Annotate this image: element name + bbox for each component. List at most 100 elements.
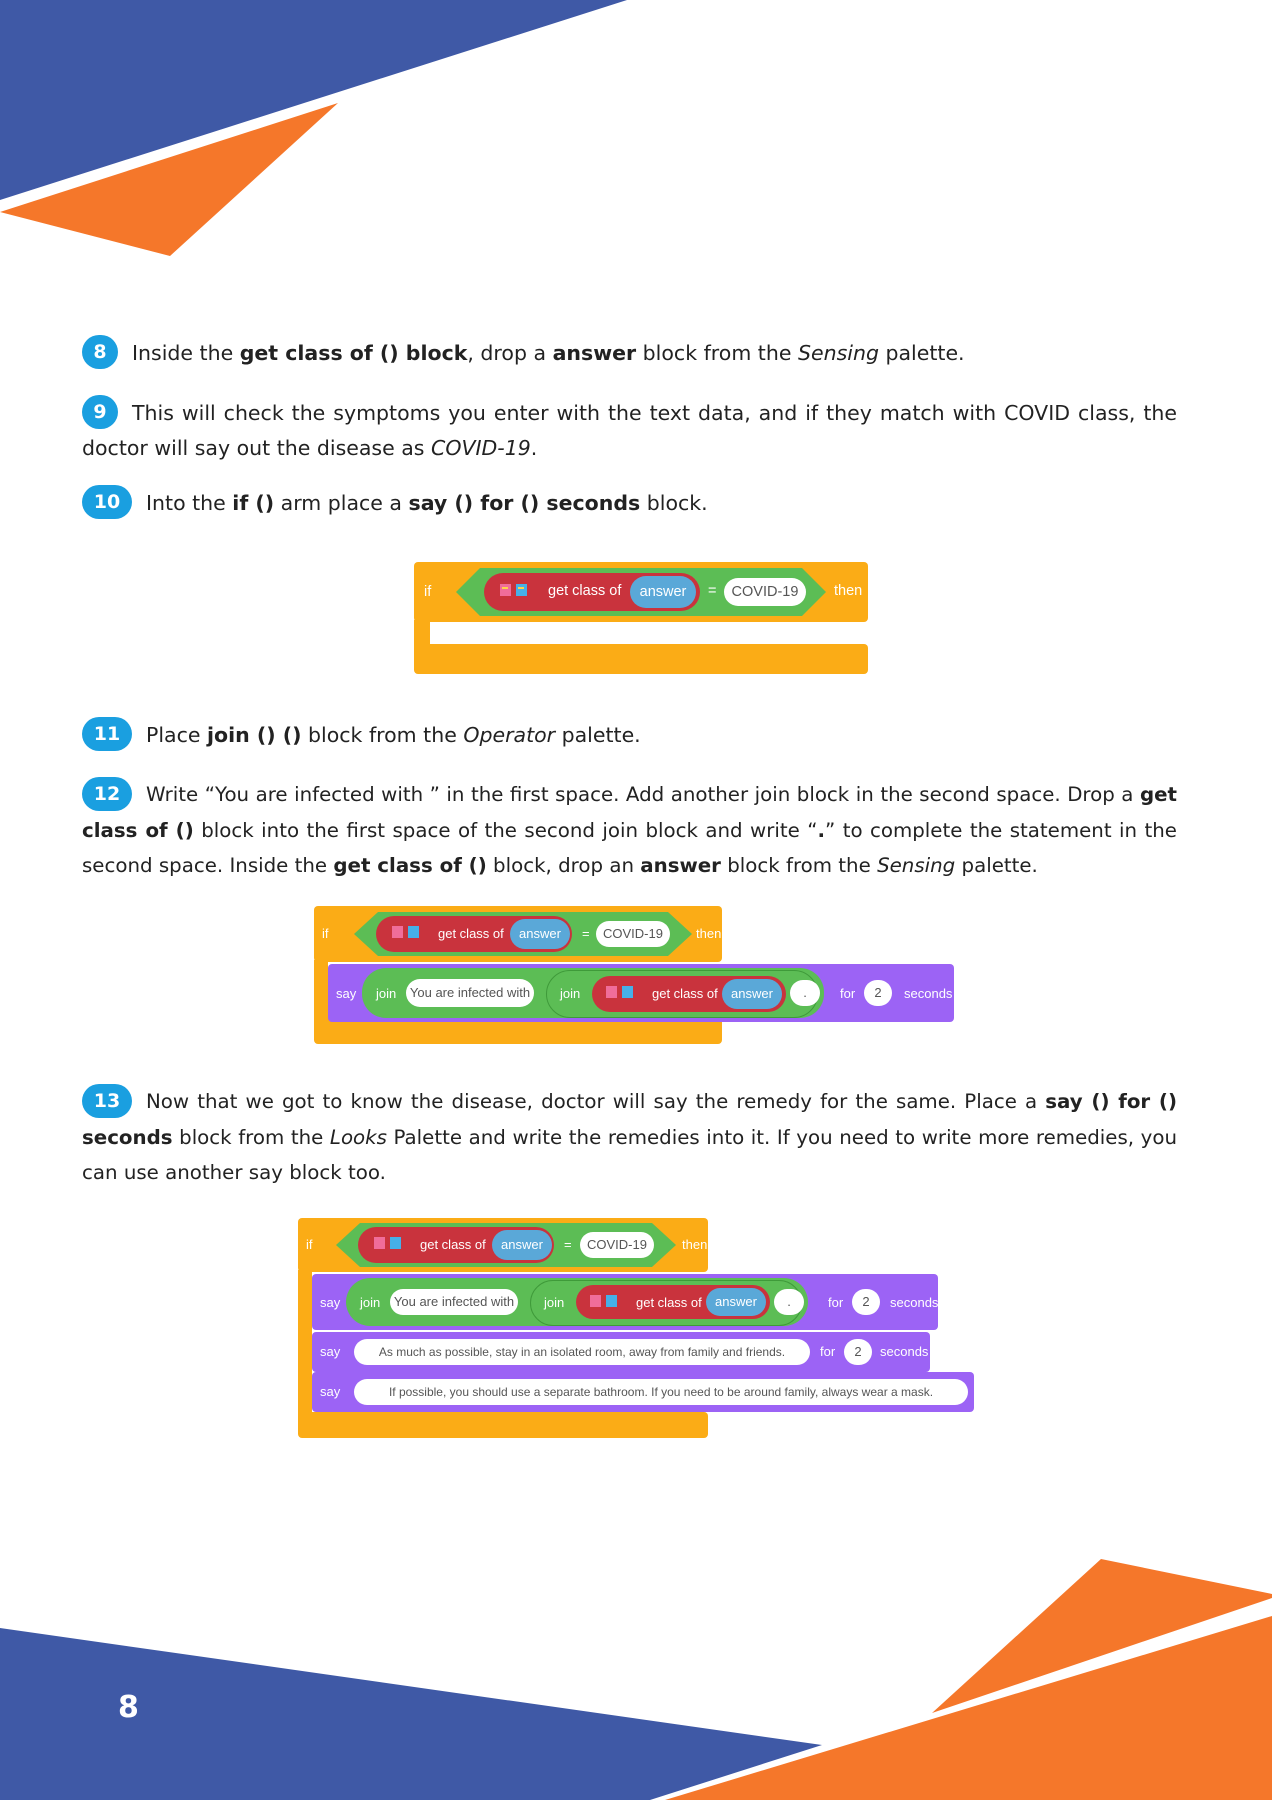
- say-label: say: [320, 1295, 341, 1310]
- if-block-bottom: [414, 644, 868, 674]
- step-number-badge: 10: [82, 485, 132, 519]
- step-text-run: answer: [552, 341, 637, 365]
- step-10: 10 Into the if () arm place a say () for …: [82, 485, 1177, 521]
- answer-reporter: answer: [492, 1230, 552, 1260]
- step-text-run: block from the: [301, 723, 464, 747]
- step-text-run: This will check the symptoms you enter w…: [82, 401, 1177, 460]
- step-text-run: palette.: [555, 723, 641, 747]
- seconds-input: 2: [864, 980, 892, 1006]
- then-label: then: [682, 1237, 708, 1252]
- answer-reporter: answer: [722, 979, 782, 1009]
- flag-icon: [408, 926, 419, 938]
- step-text: Now that we got to know the disease, doc…: [82, 1090, 1177, 1184]
- if-block-bottom: [298, 1412, 708, 1438]
- dot-input: .: [774, 1289, 804, 1315]
- step-text: Into the if () arm place a say () for ()…: [146, 491, 708, 515]
- step-text-run: answer: [640, 853, 721, 877]
- step-text-run: Sensing: [877, 853, 956, 877]
- step-text-run: .: [817, 818, 825, 842]
- step-text-run: block from the: [172, 1125, 330, 1149]
- seconds-label: seconds: [890, 1295, 939, 1310]
- then-label: then: [696, 926, 722, 941]
- step-text-run: block from the: [636, 341, 798, 365]
- step-text-run: Looks: [329, 1125, 387, 1149]
- step-text-run: COVID-19: [431, 436, 531, 460]
- covid-value: COVID-19: [596, 921, 670, 947]
- for-label: for: [840, 986, 856, 1001]
- flag-icon: [606, 986, 617, 998]
- step-text-run: get class of () block: [239, 341, 468, 365]
- step-text-run: Now that we got to know the disease, doc…: [146, 1090, 1046, 1113]
- answer-reporter: answer: [630, 576, 696, 608]
- join-label: join: [376, 986, 397, 1001]
- step-text: Inside the get class of () block, drop a…: [132, 341, 965, 365]
- remedy-2-input: If possible, you should use a separate b…: [354, 1379, 968, 1405]
- code-block-if-then: if get class of answer = COVID-19 then: [414, 562, 868, 680]
- flag-icon: [392, 926, 403, 938]
- seconds-input: 2: [844, 1339, 872, 1365]
- equals-sign: =: [708, 583, 717, 599]
- if-block-arm: [298, 1270, 312, 1430]
- if-label: if: [306, 1237, 313, 1252]
- step-text-run: Inside the: [132, 341, 240, 365]
- step-number-badge: 9: [82, 395, 118, 429]
- step-number-badge: 8: [82, 335, 118, 369]
- bottom-orange-wedge: [665, 1616, 1272, 1800]
- flag-icon: [590, 1295, 601, 1307]
- get-class-label: get class of: [652, 986, 718, 1001]
- step-text-run: Operator: [463, 723, 556, 747]
- step-text-run: join () (): [207, 723, 302, 747]
- get-class-label: get class of: [636, 1295, 702, 1310]
- step-11: 11 Place join () () block from the Operat…: [82, 717, 1177, 753]
- flag-icon: [390, 1237, 401, 1249]
- step-8: 8 Inside the get class of () block, drop …: [82, 335, 1177, 371]
- step-text-run: Into the: [146, 491, 233, 515]
- step-text-run: Place: [146, 723, 208, 747]
- step-9: 9 This will check the symptoms you enter …: [82, 395, 1177, 466]
- top-blue-shape: [0, 0, 627, 200]
- step-text-run: block, drop an: [486, 853, 641, 877]
- covid-value: COVID-19: [580, 1232, 654, 1258]
- equals-sign: =: [564, 1237, 572, 1252]
- step-text: Write “You are infected with ” in the fi…: [82, 783, 1177, 877]
- join-label: join: [360, 1295, 381, 1310]
- if-label: if: [322, 926, 329, 941]
- step-number-badge: 11: [82, 717, 132, 751]
- get-class-label: get class of: [548, 583, 622, 599]
- flag-icon: [606, 1295, 617, 1307]
- for-label: for: [828, 1295, 844, 1310]
- flag-icon: [516, 584, 527, 596]
- step-text-run: .: [530, 436, 538, 460]
- for-label: for: [820, 1344, 836, 1359]
- infected-text-input: You are infected with: [406, 979, 534, 1007]
- answer-reporter: answer: [706, 1288, 766, 1316]
- step-text-run: Sensing: [797, 341, 879, 365]
- step-text-run: , drop a: [467, 341, 553, 365]
- infected-text-input: You are infected with: [390, 1289, 518, 1315]
- remedy-1-input: As much as possible, stay in an isolated…: [354, 1339, 810, 1365]
- flag-icon: [374, 1237, 385, 1249]
- answer-reporter: answer: [510, 919, 570, 949]
- page-number: 8: [118, 1690, 139, 1725]
- page-decoration: [0, 0, 1272, 1800]
- then-label: then: [834, 583, 863, 599]
- if-label: if: [424, 584, 432, 600]
- seconds-label: seconds: [880, 1344, 929, 1359]
- step-text-run: Write “You are infected with ” in the fi…: [146, 783, 1140, 806]
- step-number-badge: 13: [82, 1083, 132, 1118]
- flag-icon: [500, 584, 511, 596]
- equals-sign: =: [582, 926, 590, 941]
- say-label: say: [320, 1344, 341, 1359]
- code-block-if-say-join: if get class of answer = COVID-19 then s…: [314, 906, 954, 1048]
- get-class-label: get class of: [438, 926, 504, 941]
- get-class-label: get class of: [420, 1237, 486, 1252]
- seconds-input: 2: [852, 1289, 880, 1315]
- say-label: say: [320, 1384, 341, 1399]
- join-label: join: [544, 1295, 565, 1310]
- dot-input: .: [790, 980, 820, 1006]
- step-text-run: arm place a: [274, 491, 409, 515]
- step-text-run: block into the first space of the second…: [193, 818, 818, 842]
- step-13: 13 Now that we got to know the disease, d…: [82, 1083, 1177, 1190]
- step-text-run: get class of (): [333, 853, 487, 877]
- say-label: say: [336, 986, 357, 1001]
